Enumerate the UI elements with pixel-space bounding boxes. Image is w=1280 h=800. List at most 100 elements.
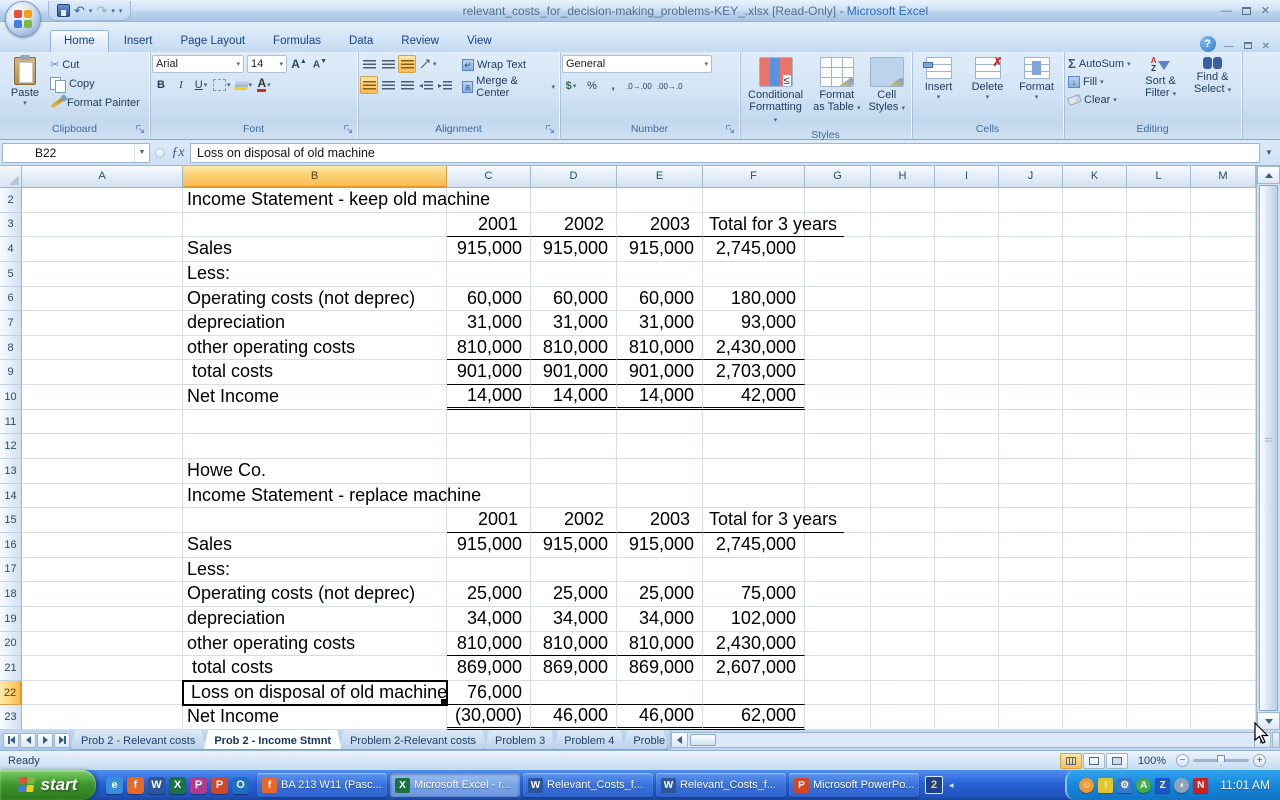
cell-C20[interactable]: 810,000 bbox=[447, 632, 531, 657]
cell-C3[interactable]: 2001 bbox=[447, 213, 531, 238]
zoom-level[interactable]: 100% bbox=[1138, 755, 1166, 767]
cell-M4[interactable] bbox=[1191, 237, 1256, 262]
cell-A19[interactable] bbox=[22, 607, 183, 632]
cell-D10[interactable]: 14,000 bbox=[531, 385, 617, 410]
cell-C4[interactable]: 915,000 bbox=[447, 237, 531, 262]
number-dialog-launcher-icon[interactable] bbox=[725, 124, 736, 135]
paste-button[interactable]: Paste▾ bbox=[2, 55, 48, 123]
cell-J11[interactable] bbox=[999, 410, 1063, 435]
cell-A21[interactable] bbox=[22, 656, 183, 681]
cell-J9[interactable] bbox=[999, 360, 1063, 385]
shrink-font-button[interactable]: A▼ bbox=[311, 55, 329, 73]
cell-J17[interactable] bbox=[999, 558, 1063, 583]
cell-D22[interactable] bbox=[531, 681, 617, 706]
tray-messenger-icon[interactable]: ☺ bbox=[1079, 778, 1094, 793]
cell-A7[interactable] bbox=[22, 311, 183, 336]
formula-input[interactable]: Loss on disposal of old machine bbox=[190, 143, 1260, 163]
workbook-minimize-button[interactable]: — bbox=[1224, 41, 1234, 52]
cell-K14[interactable] bbox=[1063, 484, 1127, 509]
cell-M5[interactable] bbox=[1191, 262, 1256, 287]
cell-E21[interactable]: 869,000 bbox=[617, 656, 703, 681]
cell-G14[interactable] bbox=[805, 484, 871, 509]
cell-I23[interactable] bbox=[935, 705, 999, 730]
format-as-table-button[interactable]: Formatas Table ▾ bbox=[809, 55, 864, 129]
center-button[interactable] bbox=[379, 76, 397, 94]
cell-B9[interactable]: total costs bbox=[183, 360, 447, 385]
cell-B10[interactable]: Net Income bbox=[183, 385, 447, 410]
cell-H19[interactable] bbox=[871, 607, 935, 632]
cell-H3[interactable] bbox=[871, 213, 935, 238]
cell-F10[interactable]: 42,000 bbox=[703, 385, 805, 410]
cell-L21[interactable] bbox=[1127, 656, 1191, 681]
cell-F13[interactable] bbox=[703, 459, 805, 484]
cell-A10[interactable] bbox=[22, 385, 183, 410]
cell-E19[interactable]: 34,000 bbox=[617, 607, 703, 632]
cell-G22[interactable] bbox=[805, 681, 871, 706]
cell-A6[interactable] bbox=[22, 287, 183, 312]
bold-button[interactable]: B bbox=[152, 76, 170, 94]
cell-G2[interactable] bbox=[805, 188, 871, 213]
tray-tools-icon[interactable]: ⚙ bbox=[1117, 778, 1132, 793]
cell-G5[interactable] bbox=[805, 262, 871, 287]
merge-center-button[interactable]: aMerge & Center▾ bbox=[460, 77, 557, 96]
cell-K3[interactable] bbox=[1063, 213, 1127, 238]
cell-B11[interactable] bbox=[183, 410, 447, 435]
restore-button[interactable] bbox=[1242, 7, 1251, 15]
page-layout-view-button[interactable] bbox=[1083, 753, 1105, 769]
cell-F4[interactable]: 2,745,000 bbox=[703, 237, 805, 262]
row-header-13[interactable]: 13 bbox=[0, 459, 22, 484]
row-header-10[interactable]: 10 bbox=[0, 385, 22, 410]
cell-I8[interactable] bbox=[935, 336, 999, 361]
cell-I14[interactable] bbox=[935, 484, 999, 509]
cell-B20[interactable]: other operating costs bbox=[183, 632, 447, 657]
cell-F17[interactable] bbox=[703, 558, 805, 583]
cell-A2[interactable] bbox=[22, 188, 183, 213]
cell-E15[interactable]: 2003 bbox=[617, 508, 703, 533]
normal-view-button[interactable] bbox=[1060, 753, 1082, 769]
cell-A11[interactable] bbox=[22, 410, 183, 435]
cell-B7[interactable]: depreciation bbox=[183, 311, 447, 336]
cell-C17[interactable] bbox=[447, 558, 531, 583]
cell-J16[interactable] bbox=[999, 533, 1063, 558]
autosum-button[interactable]: ΣAutoSum▾ bbox=[1066, 55, 1133, 72]
delete-cells-button[interactable]: ✗ Delete▾ bbox=[964, 55, 1012, 123]
cell-A9[interactable] bbox=[22, 360, 183, 385]
cell-D21[interactable]: 869,000 bbox=[531, 656, 617, 681]
cell-F19[interactable]: 102,000 bbox=[703, 607, 805, 632]
cell-K17[interactable] bbox=[1063, 558, 1127, 583]
cell-J15[interactable] bbox=[999, 508, 1063, 533]
cell-C8[interactable]: 810,000 bbox=[447, 336, 531, 361]
cell-F9[interactable]: 2,703,000 bbox=[703, 360, 805, 385]
publisher-icon[interactable]: P bbox=[190, 777, 207, 794]
word-icon[interactable]: W bbox=[148, 777, 165, 794]
select-all-corner[interactable] bbox=[0, 166, 22, 188]
row-header-6[interactable]: 6 bbox=[0, 287, 22, 312]
cell-K21[interactable] bbox=[1063, 656, 1127, 681]
cell-K5[interactable] bbox=[1063, 262, 1127, 287]
cell-H17[interactable] bbox=[871, 558, 935, 583]
tab-insert[interactable]: Insert bbox=[111, 31, 166, 52]
cell-B14[interactable]: Income Statement - replace machine bbox=[183, 484, 447, 509]
cell-I19[interactable] bbox=[935, 607, 999, 632]
cell-B17[interactable]: Less: bbox=[183, 558, 447, 583]
workbook-close-button[interactable]: ✕ bbox=[1262, 41, 1270, 52]
accounting-format-button[interactable]: $▾ bbox=[562, 77, 580, 95]
font-dialog-launcher-icon[interactable] bbox=[343, 124, 354, 135]
cell-J10[interactable] bbox=[999, 385, 1063, 410]
tab-page-layout[interactable]: Page Layout bbox=[167, 31, 258, 52]
cell-E8[interactable]: 810,000 bbox=[617, 336, 703, 361]
cell-E16[interactable]: 915,000 bbox=[617, 533, 703, 558]
cell-J7[interactable] bbox=[999, 311, 1063, 336]
cell-C16[interactable]: 915,000 bbox=[447, 533, 531, 558]
cell-A20[interactable] bbox=[22, 632, 183, 657]
cell-M15[interactable] bbox=[1191, 508, 1256, 533]
cell-J8[interactable] bbox=[999, 336, 1063, 361]
cell-E22[interactable] bbox=[617, 681, 703, 706]
cell-H16[interactable] bbox=[871, 533, 935, 558]
cell-L8[interactable] bbox=[1127, 336, 1191, 361]
scroll-left-button[interactable] bbox=[671, 732, 688, 748]
tab-formulas[interactable]: Formulas bbox=[260, 31, 334, 52]
cell-F6[interactable]: 180,000 bbox=[703, 287, 805, 312]
increase-indent-button[interactable]: ▸ bbox=[436, 76, 454, 94]
cell-H2[interactable] bbox=[871, 188, 935, 213]
